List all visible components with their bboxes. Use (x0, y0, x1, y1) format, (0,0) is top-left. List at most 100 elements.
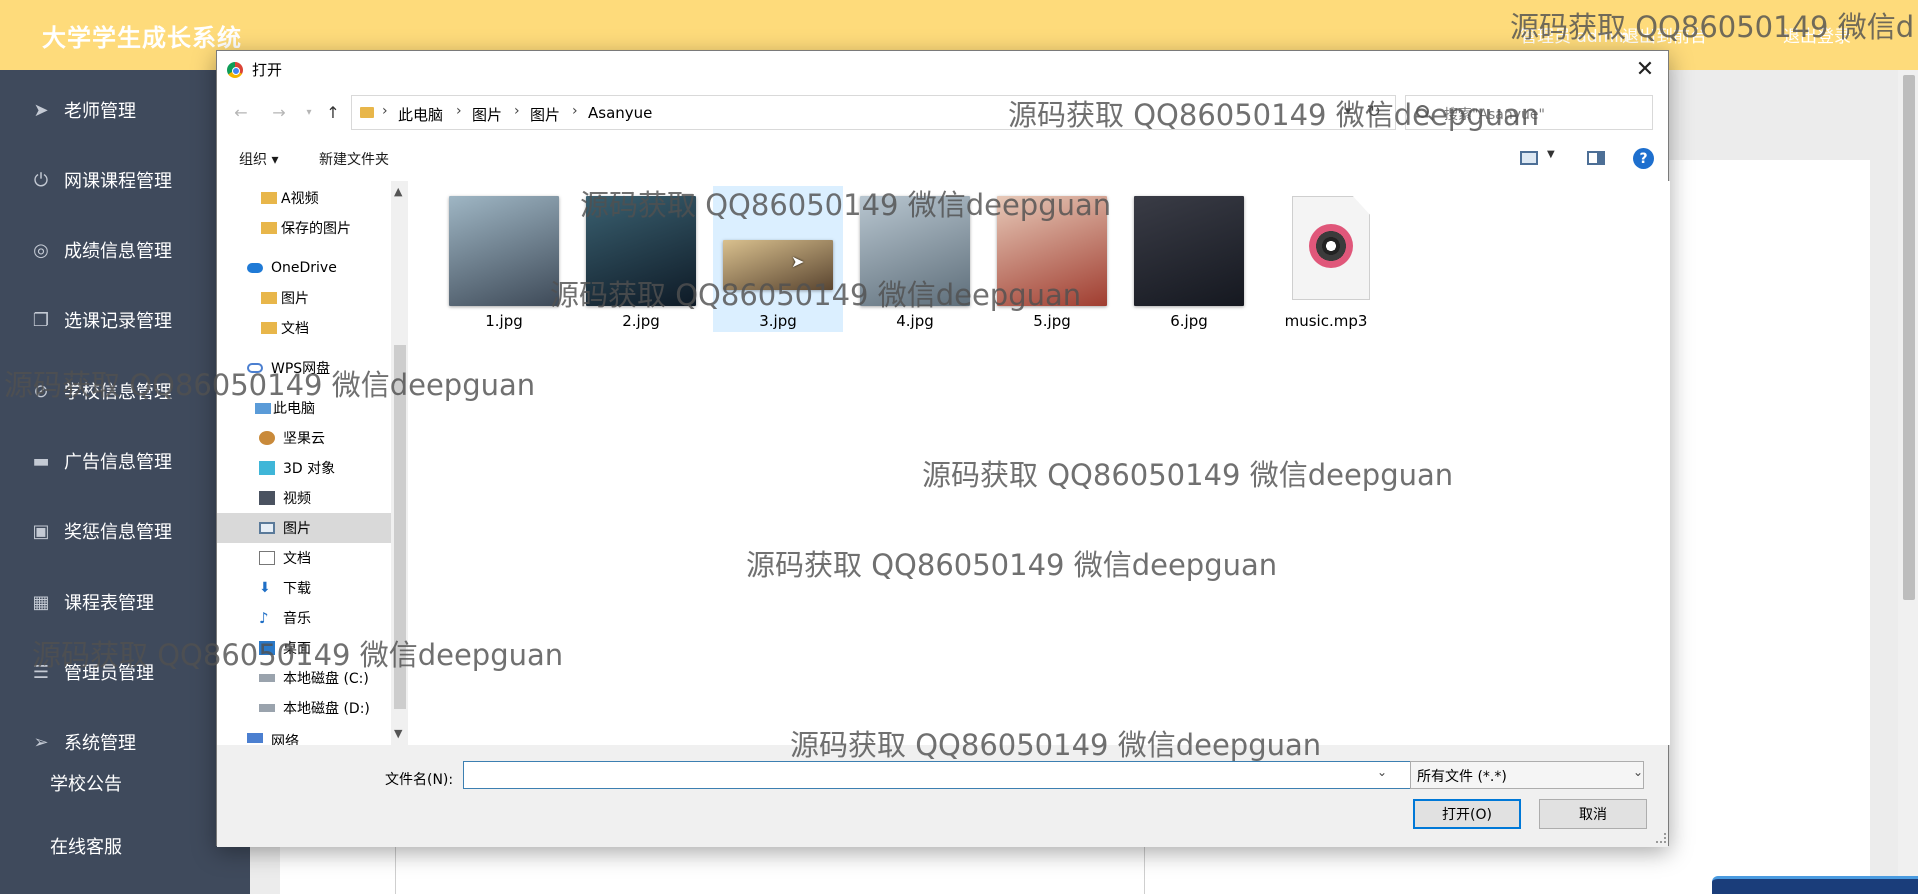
sidebar-item-grades[interactable]: ◎ 成绩信息管理 (0, 225, 250, 275)
nav-item-label: 文档 (283, 551, 311, 567)
scroll-up-icon[interactable]: ▲ (394, 185, 402, 198)
help-icon[interactable]: ? (1633, 148, 1654, 169)
watermark: 源码获取 QQ86050149 微信deepguan (32, 638, 564, 672)
arrow-left-icon: ← (234, 102, 248, 122)
sidebar-item-rewards[interactable]: ▣ 奖惩信息管理 (0, 506, 250, 556)
breadcrumb-item[interactable]: 图片 (530, 104, 560, 125)
nav-item[interactable]: 本地磁盘 (D:) (217, 693, 391, 723)
file-name: music.mp3 (1284, 312, 1368, 330)
watermark: 源码获取 QQ86050149 微信deepguan (746, 548, 1278, 582)
file-item[interactable]: music.mp3 (1261, 186, 1391, 332)
chevron-down-icon[interactable]: ⌄ (1633, 765, 1643, 779)
forward-button[interactable]: → (267, 100, 291, 124)
nav-item-label: 网络 (271, 734, 299, 745)
file-name: 2.jpg (622, 312, 660, 330)
nav-item-onedrive[interactable]: OneDrive (217, 253, 391, 283)
breadcrumb-item[interactable]: Asanyue (588, 104, 652, 122)
nav-item-label: 图片 (281, 291, 309, 307)
image-thumbnail (1134, 196, 1244, 306)
nav-item[interactable]: 3D 对象 (217, 453, 391, 483)
chevron-right-icon: › (382, 103, 388, 119)
arrow-right-icon: → (272, 102, 286, 122)
view-options-icon[interactable] (1520, 151, 1538, 165)
nav-item[interactable]: 文档 (217, 313, 391, 343)
sidebar-item-label: 奖惩信息管理 (64, 522, 172, 543)
document-icon (259, 551, 275, 565)
sidebar-item-label: 系统管理 (64, 733, 136, 754)
nav-item[interactable]: 坚果云 (217, 423, 391, 453)
computer-icon (255, 402, 271, 414)
recent-locations-button[interactable]: ▾ (297, 100, 321, 124)
watermark: 源码获取 QQ86050149 微信deepguan (790, 728, 1322, 762)
nav-item[interactable]: 网络 (217, 729, 391, 745)
chevron-right-icon: › (514, 103, 520, 119)
folder-icon (360, 107, 374, 118)
nav-item[interactable]: ⬇ 下载 (217, 573, 391, 603)
scroll-down-icon[interactable]: ▼ (394, 727, 402, 740)
sidebar-item-teachers[interactable]: ➤ 老师管理 (0, 85, 250, 135)
music-note-icon: ♪ (259, 609, 269, 627)
organize-button[interactable]: 组织 ▾ (239, 149, 278, 169)
file-name: 4.jpg (896, 312, 934, 330)
power-icon: ⏻ (33, 169, 49, 191)
dialog-titlebar[interactable]: 打开 ✕ (217, 51, 1668, 87)
file-item[interactable]: 6.jpg (1124, 186, 1254, 332)
cancel-button[interactable]: 取消 (1539, 799, 1647, 829)
watermark: 源码获取 QQ86050149 微信deepguan (922, 458, 1454, 492)
preview-pane-icon[interactable] (1587, 151, 1605, 165)
cube-icon (259, 461, 275, 475)
sidebar-item-label: 课程表管理 (64, 593, 154, 614)
floating-widget[interactable] (1712, 876, 1918, 894)
arrow-up-icon: ↑ (326, 102, 340, 122)
monitor-icon: ▬ (32, 450, 50, 472)
nav-item[interactable]: 图片 (217, 283, 391, 313)
nut-icon (259, 431, 275, 445)
app-title: 大学学生成长系统 (42, 24, 242, 52)
sidebar-item-system[interactable]: ➢ 系统管理 (0, 717, 250, 767)
divider (1144, 846, 1145, 894)
nav-item-label: 保存的图片 (281, 221, 351, 237)
sidebar-item-label: 选课记录管理 (64, 311, 172, 332)
nav-item[interactable]: A视频 (217, 183, 391, 213)
sidebar-subitem-notice[interactable]: 学校公告 (50, 770, 122, 796)
file-type-select[interactable]: 所有文件 (*.*) (1410, 761, 1644, 789)
nav-item[interactable]: 保存的图片 (217, 213, 391, 243)
close-button[interactable]: ✕ (1622, 51, 1668, 87)
breadcrumb-item[interactable]: 此电脑 (398, 104, 443, 125)
nav-item-label: 文档 (281, 321, 309, 337)
nav-item-pictures[interactable]: 图片 (217, 513, 391, 543)
chevron-down-icon[interactable]: ⌄ (1377, 765, 1387, 779)
film-icon (259, 491, 275, 505)
nav-item[interactable]: 视频 (217, 483, 391, 513)
sidebar-item-label: 广告信息管理 (64, 452, 172, 473)
nav-item-label: 本地磁盘 (D:) (283, 701, 370, 717)
up-button[interactable]: ↑ (321, 100, 345, 124)
divider (395, 846, 396, 894)
send-icon: ➤ (33, 99, 49, 121)
trash-icon: ▣ (32, 520, 50, 542)
watermark: 源码获取 QQ86050149 微信deepguan (4, 368, 536, 402)
back-button[interactable]: ← (229, 100, 253, 124)
nav-item[interactable]: ♪ 音乐 (217, 603, 391, 633)
breadcrumb-item[interactable]: 图片 (472, 104, 502, 125)
chevron-down-icon[interactable]: ▼ (1547, 149, 1555, 160)
page-scrollbar-thumb[interactable] (1903, 75, 1915, 600)
open-button[interactable]: 打开(O) (1413, 799, 1521, 829)
nav-item-label: 3D 对象 (283, 461, 336, 477)
nav-item[interactable]: 文档 (217, 543, 391, 573)
filename-label: 文件名(N): (385, 772, 454, 788)
chevron-right-icon: › (456, 103, 462, 119)
new-folder-button[interactable]: 新建文件夹 (319, 149, 389, 169)
resize-grip-icon[interactable] (1656, 833, 1666, 843)
folder-icon (261, 322, 277, 334)
sidebar-item-courses[interactable]: ⏻ 网课课程管理 (0, 155, 250, 205)
sidebar-item-label: 网课课程管理 (64, 171, 172, 192)
network-icon (247, 733, 263, 743)
close-icon: ✕ (1635, 56, 1655, 82)
nav-item-label: 下载 (283, 581, 311, 597)
sidebar-subitem-support[interactable]: 在线客服 (50, 833, 122, 859)
filename-input[interactable] (463, 761, 1412, 789)
sidebar-item-enrollments[interactable]: ❐ 选课记录管理 (0, 295, 250, 345)
sidebar-item-ads[interactable]: ▬ 广告信息管理 (0, 436, 250, 486)
sidebar-item-timetable[interactable]: ▦ 课程表管理 (0, 577, 250, 627)
